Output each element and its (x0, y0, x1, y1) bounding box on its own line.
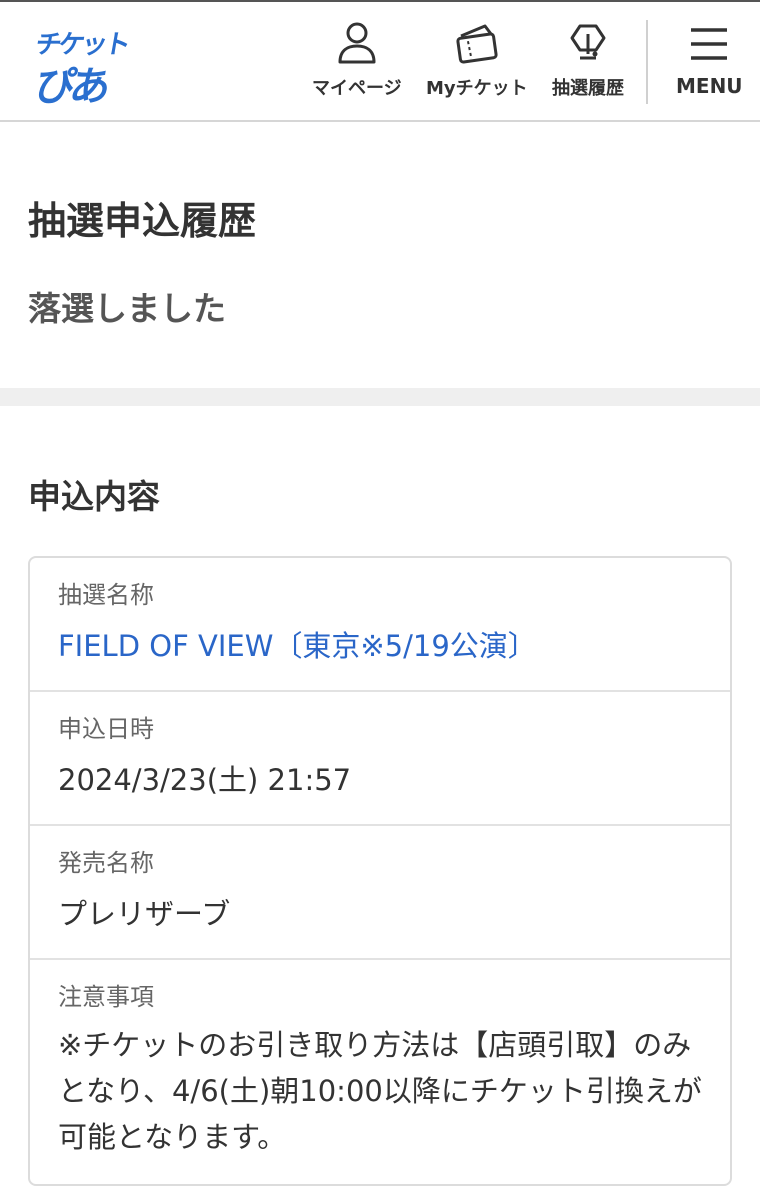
application-datetime-label: 申込日時 (58, 715, 154, 743)
notes-label: 注意事項 (58, 983, 154, 1011)
details-section-title: 申込内容 (28, 477, 160, 516)
logo-text-bottom: ぴあ (31, 64, 110, 110)
ticket-icon (456, 24, 498, 64)
lottery-status: 落選しました (28, 289, 226, 328)
detail-row-notes: 注意事項 ※チケットのお引き取り方法は【店頭引取】のみとなり、4/6(土)朝10… (30, 960, 730, 1184)
page-title: 抽選申込履歴 (28, 199, 257, 243)
nav-mypage[interactable]: マイページ (312, 20, 402, 104)
lottery-icon (570, 24, 606, 60)
detail-row-application-datetime: 申込日時 2024/3/23(土) 21:57 (30, 692, 730, 826)
detail-row-sale-name: 発売名称 プレリザーブ (30, 826, 730, 960)
lottery-name-link[interactable]: FIELD OF VIEW〔東京※5/19公演〕 (58, 628, 702, 664)
nav-mypage-label: マイページ (312, 78, 402, 99)
nav-lottery-history[interactable]: 抽選履歴 (552, 20, 624, 104)
result-section (0, 122, 760, 388)
notes-value: ※チケットのお引き取り方法は【店頭引取】のみとなり、4/6(土)朝10:00以降… (58, 1028, 702, 1154)
lottery-name-label: 抽選名称 (58, 581, 154, 609)
application-details-card: 抽選名称 FIELD OF VIEW〔東京※5/19公演〕 申込日時 2024/… (28, 556, 732, 1186)
sale-name-label: 発売名称 (58, 849, 154, 877)
user-icon (338, 22, 376, 64)
detail-row-lottery-name: 抽選名称 FIELD OF VIEW〔東京※5/19公演〕 (30, 558, 730, 692)
sale-name-value: プレリザーブ (58, 897, 231, 931)
section-divider (0, 388, 760, 406)
hamburger-menu-icon (691, 28, 728, 60)
menu-button[interactable]: MENU (676, 20, 743, 104)
app-header: チケット ぴあ マイページ Myチケット 抽選履歴 MENU (0, 0, 760, 122)
nav-lottery-history-label: 抽選履歴 (552, 78, 624, 99)
nav-myticket-label: Myチケット (426, 78, 528, 99)
menu-label: MENU (676, 74, 743, 98)
application-datetime-value: 2024/3/23(土) 21:57 (58, 763, 352, 797)
nav-divider (646, 20, 648, 104)
nav-myticket[interactable]: Myチケット (426, 20, 528, 104)
ticket-pia-logo[interactable]: チケット ぴあ (31, 22, 130, 110)
